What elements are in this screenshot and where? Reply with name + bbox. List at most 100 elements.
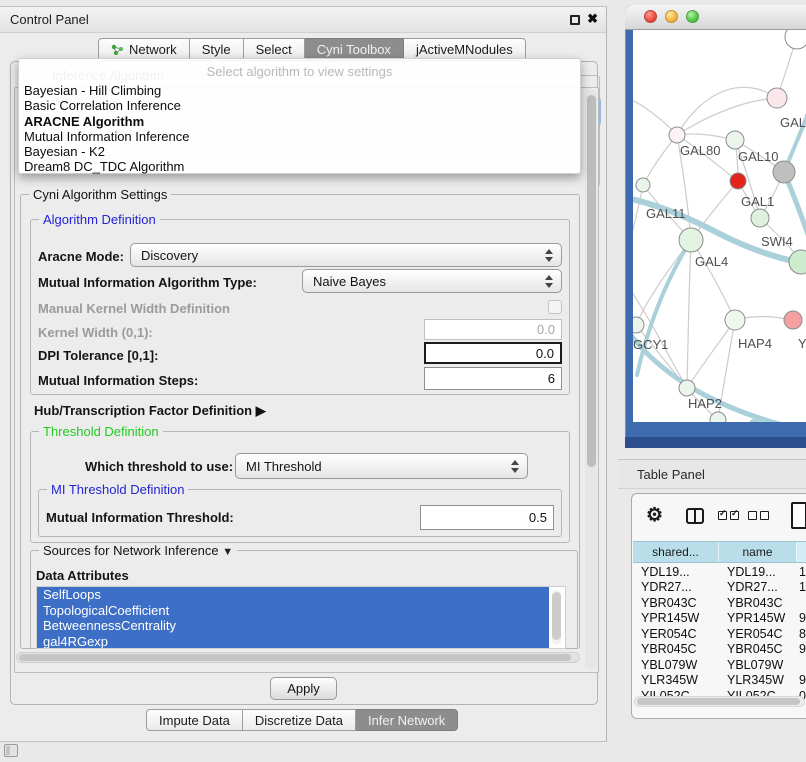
svg-text:Y: Y — [798, 336, 806, 351]
algorithm-option[interactable]: Mutual Information Inference — [19, 129, 580, 144]
network-graph: GALGAL80GAL10GAL1GAL11GAL4SWI4HAP4YGCY1H… — [633, 30, 806, 422]
settings-horizontal-scrollbar[interactable] — [16, 652, 580, 663]
tab-network-label: Network — [129, 42, 177, 57]
collapse-arrow-icon: ▼ — [222, 546, 233, 558]
settings-vertical-scrollbar[interactable] — [585, 89, 597, 669]
scrollbar-thumb[interactable] — [587, 95, 596, 467]
table-body: YDL19...YDL19...13 YDR27...YDR27...12 YB… — [633, 564, 806, 704]
algorithm-definition-title: Algorithm Definition — [39, 212, 160, 227]
which-threshold-label: Which threshold to use: — [85, 459, 233, 474]
table-panel-title: Table Panel — [637, 467, 705, 482]
column-header-name[interactable]: name — [719, 542, 797, 562]
mi-algorithm-type-combobox[interactable]: Naive Bayes — [302, 269, 562, 293]
tab-discretize-data[interactable]: Discretize Data — [243, 709, 356, 731]
combo-arrows-icon — [511, 460, 519, 473]
list-item[interactable]: SelfLoops — [37, 587, 549, 603]
sources-group-title[interactable]: Sources for Network Inference ▼ — [39, 543, 237, 558]
table-row[interactable]: YBL079WYBL079W — [633, 657, 806, 673]
svg-text:GAL1: GAL1 — [741, 194, 774, 209]
expand-arrow-icon: ▶ — [256, 403, 266, 418]
export-table-icon[interactable] — [791, 502, 806, 529]
select-all-icon[interactable] — [718, 511, 739, 520]
control-panel-title: Control Panel — [10, 12, 89, 27]
table-row[interactable]: YDR27...YDR27...12 — [633, 580, 806, 596]
data-attributes-list[interactable]: SelfLoops TopologicalCoefficient Between… — [36, 586, 566, 649]
hub-definition-toggle[interactable]: Hub/Transcription Factor Definition ▶ — [34, 403, 266, 419]
close-window-icon[interactable] — [644, 10, 657, 23]
algorithm-option[interactable]: Basic Correlation Inference — [19, 98, 580, 113]
scrollbar-thumb[interactable] — [19, 654, 571, 661]
table-row[interactable]: YPR145WYPR145W9. — [633, 611, 806, 627]
mi-algorithm-type-label: Mutual Information Algorithm Type: — [38, 275, 257, 290]
mi-threshold-group-title: MI Threshold Definition — [47, 482, 188, 497]
dpi-tolerance-field[interactable]: 0.0 — [424, 342, 562, 364]
column-header-shared[interactable]: shared... — [633, 542, 719, 562]
control-panel-titlebar: Control Panel ✖ — [0, 7, 606, 33]
aracne-mode-combobox[interactable]: Discovery — [130, 243, 562, 267]
close-panel-icon[interactable]: ✖ — [587, 11, 598, 27]
kernel-width-field[interactable]: 0.0 — [424, 319, 562, 340]
aracne-mode-label: Aracne Mode: — [38, 249, 124, 264]
svg-text:GAL80: GAL80 — [680, 143, 720, 158]
float-panel-icon[interactable] — [570, 15, 580, 25]
table-row[interactable]: YLR345WYLR345W9. — [633, 673, 806, 689]
deselect-all-icon[interactable] — [748, 511, 769, 520]
column-header-extra[interactable] — [797, 542, 806, 562]
mi-algorithm-type-value: Naive Bayes — [313, 274, 386, 289]
control-panel-window: Control Panel ✖ Network Style Select Cyn… — [0, 6, 607, 742]
tab-impute-data[interactable]: Impute Data — [146, 709, 243, 731]
scrollbar-thumb[interactable] — [552, 592, 561, 640]
scrollbar-thumb[interactable] — [637, 698, 800, 705]
which-threshold-combobox[interactable]: MI Threshold — [235, 453, 528, 479]
table-panel-card: ⚙ shared... name YDL19...YDL19...13 YDR2… — [631, 493, 806, 719]
minimize-window-icon[interactable] — [665, 10, 678, 23]
zoom-window-icon[interactable] — [686, 10, 699, 23]
table-row[interactable]: YBR043CYBR043C — [633, 595, 806, 611]
combo-arrows-icon — [545, 275, 553, 288]
network-view-window[interactable]: GALGAL80GAL10GAL1GAL11GAL4SWI4HAP4YGCY1H… — [625, 5, 806, 448]
algorithm-dropdown-popup: Select algorithm to view settings Bayesi… — [18, 58, 581, 174]
table-horizontal-scrollbar[interactable] — [634, 696, 805, 707]
mi-threshold-label: Mutual Information Threshold: — [46, 510, 234, 525]
column-selector-icon[interactable] — [686, 508, 704, 524]
apply-button[interactable]: Apply — [270, 677, 337, 700]
list-vertical-scrollbar[interactable] — [552, 590, 561, 645]
svg-text:GAL11: GAL11 — [646, 206, 686, 221]
svg-text:SWI4: SWI4 — [761, 234, 793, 249]
minimized-panel-icon[interactable] — [4, 744, 18, 757]
network-icon — [111, 44, 124, 56]
svg-text:GAL4: GAL4 — [695, 254, 728, 269]
gear-icon[interactable]: ⚙ — [646, 504, 663, 527]
algorithm-option-selected[interactable]: ARACNE Algorithm — [19, 114, 580, 129]
svg-text:HAP2: HAP2 — [688, 396, 722, 411]
list-item[interactable]: TopologicalCoefficient — [37, 603, 549, 619]
combo-arrows-icon — [545, 249, 553, 262]
tab-infer-network[interactable]: Infer Network — [356, 709, 458, 731]
algorithm-option[interactable]: Bayesian - K2 — [19, 144, 580, 159]
bottom-tabbar: Impute Data Discretize Data Infer Networ… — [146, 709, 458, 731]
network-window-bottom-frame — [625, 437, 806, 448]
kernel-width-label: Kernel Width (0,1): — [38, 325, 153, 340]
network-window-titlebar[interactable] — [625, 5, 806, 30]
table-header-row: shared... name — [633, 541, 806, 563]
network-canvas[interactable]: GALGAL80GAL10GAL1GAL11GAL4SWI4HAP4YGCY1H… — [633, 30, 806, 422]
mi-threshold-field[interactable]: 0.5 — [420, 505, 554, 530]
algorithm-option[interactable]: Bayesian - Hill Climbing — [19, 83, 580, 98]
table-row[interactable]: YER054CYER054C8. — [633, 626, 806, 642]
manual-kernel-width-checkbox[interactable] — [548, 300, 562, 314]
svg-text:HAP4: HAP4 — [738, 336, 772, 351]
data-attributes-label: Data Attributes — [36, 568, 129, 583]
svg-text:GAL10: GAL10 — [738, 149, 778, 164]
which-threshold-value: MI Threshold — [246, 459, 322, 474]
table-row[interactable]: YDL19...YDL19...13 — [633, 564, 806, 580]
svg-text:GAL: GAL — [780, 115, 806, 130]
list-item[interactable]: BetweennessCentrality — [37, 618, 549, 634]
algorithm-dropdown-prompt: Select algorithm to view settings — [19, 59, 580, 83]
algorithm-option[interactable]: Dream8 DC_TDC Algorithm — [19, 159, 580, 174]
table-row[interactable]: YBR045CYBR045C9. — [633, 642, 806, 658]
mi-steps-field[interactable]: 6 — [424, 367, 562, 390]
table-panel-titlebar: Table Panel — [618, 459, 806, 489]
list-item[interactable]: gal4RGexp — [37, 634, 549, 650]
manual-kernel-width-label: Manual Kernel Width Definition — [38, 301, 230, 316]
mi-steps-label: Mutual Information Steps: — [38, 373, 198, 388]
